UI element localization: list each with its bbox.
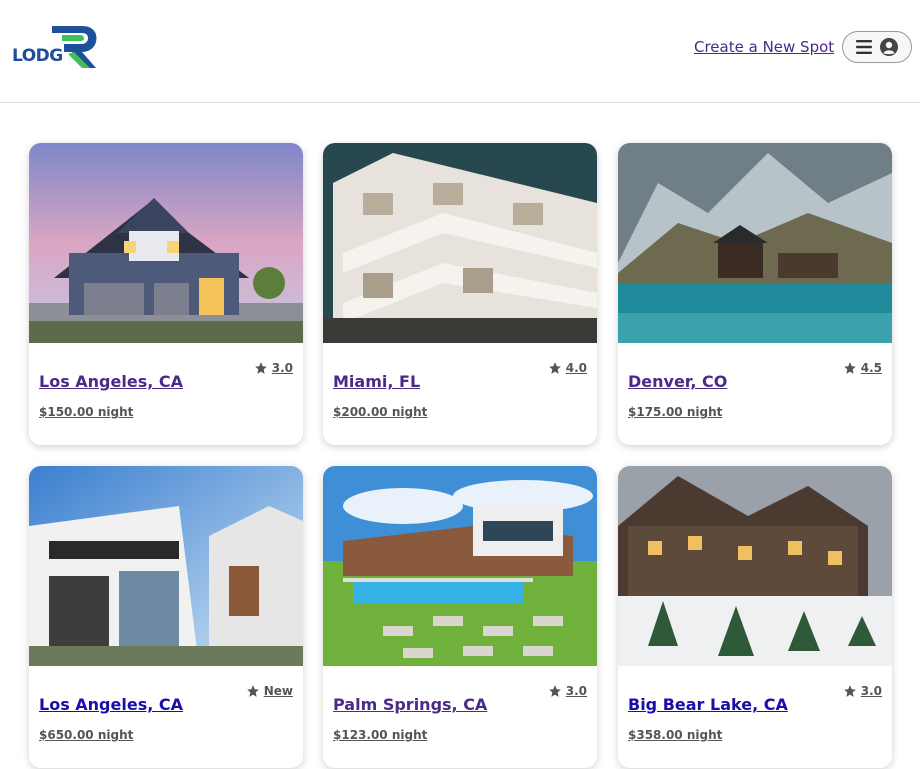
spot-rating[interactable]: 4.5 <box>843 361 882 375</box>
spot-city-link[interactable]: Los Angeles, CA <box>39 372 183 391</box>
hamburger-icon <box>856 40 872 54</box>
spot-rating-value: 3.0 <box>860 684 882 698</box>
spot-city-link[interactable]: Palm Springs, CA <box>333 695 487 714</box>
spot-card[interactable]: Palm Springs, CA 3.0 $123.00 night <box>323 466 597 768</box>
spot-price[interactable]: $358.00 night <box>628 728 722 742</box>
spot-city-link[interactable]: Miami, FL <box>333 372 420 391</box>
spot-rating-value: 3.0 <box>271 361 293 375</box>
spot-city-link[interactable]: Big Bear Lake, CA <box>628 695 788 714</box>
spot-card[interactable]: Denver, CO 4.5 $175.00 night <box>618 143 892 445</box>
spot-price[interactable]: $200.00 night <box>333 405 427 419</box>
star-icon <box>246 685 259 697</box>
spot-price[interactable]: $650.00 night <box>39 728 133 742</box>
spot-image-suburban-house[interactable] <box>29 143 303 343</box>
spot-card[interactable]: Los Angeles, CA 3.0 $150.00 night <box>29 143 303 445</box>
spot-city-link[interactable]: Los Angeles, CA <box>39 695 183 714</box>
spot-rating[interactable]: 3.0 <box>254 361 293 375</box>
spot-rating[interactable]: 3.0 <box>548 684 587 698</box>
spot-card[interactable]: Los Angeles, CA New $650.00 night <box>29 466 303 768</box>
spot-image-winter-chalet[interactable] <box>618 466 892 666</box>
lodger-logo[interactable]: LODG <box>10 22 100 70</box>
star-icon <box>843 685 856 697</box>
spot-rating-value: New <box>263 684 293 698</box>
spot-rating[interactable]: 3.0 <box>843 684 882 698</box>
spot-image-modern-house[interactable] <box>29 466 303 666</box>
user-avatar-icon <box>880 38 898 56</box>
spot-city-link[interactable]: Denver, CO <box>628 372 727 391</box>
spot-rating-value: 4.0 <box>565 361 587 375</box>
spot-rating[interactable]: 4.0 <box>548 361 587 375</box>
profile-menu-button[interactable] <box>842 31 912 63</box>
spot-card[interactable]: Miami, FL 4.0 $200.00 night <box>323 143 597 445</box>
spot-image-white-building[interactable] <box>323 143 597 343</box>
logo-text: LODG <box>12 46 63 66</box>
star-icon <box>843 362 856 374</box>
spot-price[interactable]: $123.00 night <box>333 728 427 742</box>
create-new-spot-link[interactable]: Create a New Spot <box>694 38 834 56</box>
spot-rating-value: 3.0 <box>565 684 587 698</box>
spot-image-mountain-lake[interactable] <box>618 143 892 343</box>
spot-card[interactable]: Big Bear Lake, CA 3.0 $358.00 night <box>618 466 892 768</box>
top-header: LODG Create a New Spot <box>0 0 920 103</box>
star-icon <box>254 362 267 374</box>
spot-rating-value: 4.5 <box>860 361 882 375</box>
spot-image-pool-villa[interactable] <box>323 466 597 666</box>
spot-rating[interactable]: New <box>246 684 293 698</box>
spot-price[interactable]: $150.00 night <box>39 405 133 419</box>
spot-price[interactable]: $175.00 night <box>628 405 722 419</box>
star-icon <box>548 685 561 697</box>
star-icon <box>548 362 561 374</box>
